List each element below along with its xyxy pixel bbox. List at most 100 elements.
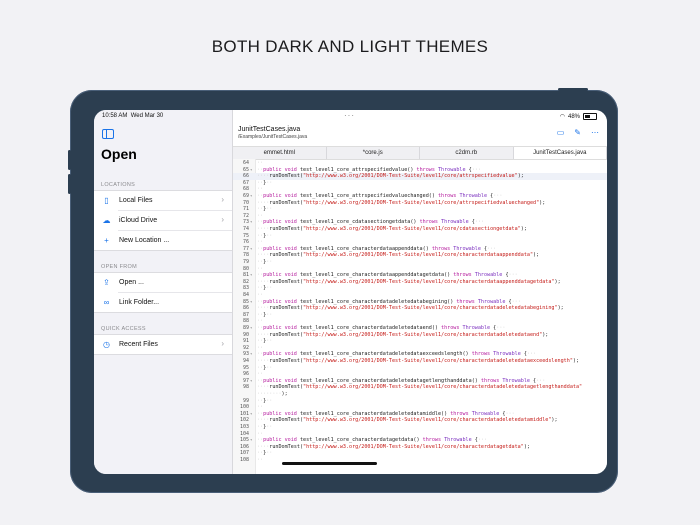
code-area[interactable]: 64 ·· 65 ▾ ··public void test_level1_core_at… — [233, 159, 607, 474]
code-line[interactable]: 94 ····runDomTest("http://www.w3.org/2001… — [233, 358, 607, 365]
sidebar-title: Open — [101, 146, 137, 162]
fold-arrow-icon[interactable]: ▾ — [250, 299, 252, 306]
tab-emmet-html[interactable]: emmet.html — [233, 147, 327, 159]
code-line[interactable]: 103 ··}·· — [233, 424, 607, 431]
multitasking-dots-icon[interactable]: ··· — [344, 111, 355, 120]
code-line[interactable]: 66 ····runDomTest("http://www.w3.org/2001… — [233, 173, 607, 180]
code-line[interactable]: 90 ····runDomTest("http://www.w3.org/2001… — [233, 332, 607, 339]
fold-arrow-icon[interactable]: ▾ — [250, 351, 252, 358]
code-line[interactable]: 91 ··}·· — [233, 338, 607, 345]
code-text: ····runDomTest("http://www.w3.org/2001/D… — [257, 417, 558, 424]
code-line[interactable]: 68 ·· — [233, 186, 607, 193]
code-line[interactable]: 87 ··}·· — [233, 312, 607, 319]
line-number: 68 — [242, 186, 249, 193]
code-line[interactable]: ········); — [233, 391, 607, 398]
line-number: 89 — [242, 325, 249, 331]
code-line[interactable]: 101 ▾ ··public void test_level1_core_chara… — [233, 411, 607, 418]
code-line[interactable]: 64 ·· — [233, 160, 607, 167]
code-line[interactable]: 99 ··}·· — [233, 398, 607, 405]
code-line[interactable]: 76 ·· — [233, 239, 607, 246]
code-text: ·· — [257, 265, 264, 272]
code-line[interactable]: 98 ····runDomTest("http://www.w3.org/2001… — [233, 384, 607, 391]
code-line[interactable]: 105 ▾ ··public void test_level1_core_chara… — [233, 437, 607, 444]
code-line[interactable]: 96 ·· — [233, 371, 607, 378]
fold-arrow-icon[interactable]: ▾ — [250, 219, 252, 226]
code-line[interactable]: 107 ··}·· — [233, 450, 607, 457]
code-text: ··}·· — [257, 450, 273, 457]
fold-arrow-icon[interactable]: ▾ — [250, 167, 252, 174]
code-line[interactable]: 89 ▾ ··public void test_level1_core_charac… — [233, 325, 607, 332]
sidebar-item-local-files[interactable]: ▯ Local Files › — [94, 191, 232, 210]
code-line[interactable]: 92 ·· — [233, 345, 607, 352]
fold-arrow-icon[interactable]: ▾ — [250, 325, 252, 332]
tab-c2dm-rb[interactable]: c2dm.rb — [420, 147, 514, 159]
sidebar-item-open[interactable]: ⇪ Open ... — [94, 273, 232, 292]
sidebar-item-new-location[interactable]: + New Location ... — [104, 230, 232, 250]
fold-arrow-icon[interactable]: ▾ — [250, 246, 252, 253]
code-line[interactable]: 100 ·· — [233, 404, 607, 411]
code-text: ····runDomTest("http://www.w3.org/2001/D… — [257, 331, 549, 338]
code-line[interactable]: 78 ····runDomTest("http://www.w3.org/2001… — [233, 252, 607, 259]
code-line[interactable]: 79 ··}·· — [233, 259, 607, 266]
code-line[interactable]: 85 ▾ ··public void test_level1_core_charac… — [233, 299, 607, 306]
code-line[interactable]: 82 ····runDomTest("http://www.w3.org/2001… — [233, 279, 607, 286]
code-line[interactable]: 93 ▾ ··public void test_level1_core_charac… — [233, 351, 607, 358]
code-text: ·· — [257, 430, 264, 437]
fold-arrow-icon[interactable]: ▾ — [250, 272, 252, 279]
link-icon: ∞ — [103, 298, 110, 307]
home-indicator[interactable] — [282, 462, 377, 465]
line-number: 73 — [242, 219, 249, 226]
tab-junit-test-cases[interactable]: JunitTestCases.java — [513, 147, 607, 159]
line-number: 82 — [242, 278, 249, 285]
code-text: ·· — [257, 457, 264, 463]
ipad-screen: Open LOCATIONS ▯ Local Files › ☁ iCloud … — [94, 110, 607, 474]
line-number: 83 — [242, 285, 249, 292]
sidebar-item-icloud-drive[interactable]: ☁ iCloud Drive › — [103, 210, 232, 230]
sidebar-toggle-icon[interactable] — [102, 129, 114, 139]
code-line[interactable]: 71 ··}·· — [233, 206, 607, 213]
sidebar-item-link-folder[interactable]: ∞ Link Folder... — [104, 292, 232, 312]
code-line[interactable]: 74 ····runDomTest("http://www.w3.org/2001… — [233, 226, 607, 233]
fold-arrow-icon[interactable]: ▾ — [250, 193, 252, 200]
code-line[interactable]: 77 ▾ ··public void test_level1_core_charac… — [233, 246, 607, 253]
code-text: ··}·· — [257, 424, 273, 430]
code-line[interactable]: 86 ····runDomTest("http://www.w3.org/2001… — [233, 305, 607, 312]
code-line[interactable]: 81 ▾ ··public void test_level1_core_charac… — [233, 272, 607, 279]
line-number: 72 — [242, 212, 249, 219]
code-line[interactable]: 83 ··}·· — [233, 285, 607, 292]
code-line[interactable]: 75 ··}·· — [233, 233, 607, 240]
code-line[interactable]: 69 ▾ ··public void test_level1_core_attrsp… — [233, 193, 607, 200]
section-locations: ▯ Local Files › ☁ iCloud Drive › + New L… — [94, 190, 232, 251]
compose-icon[interactable]: ✎ — [574, 128, 581, 137]
fold-arrow-icon[interactable]: ▾ — [250, 437, 252, 444]
more-icon[interactable]: ⋯ — [591, 128, 599, 137]
code-line[interactable]: 67 ··}·· — [233, 180, 607, 187]
fold-arrow-icon[interactable]: ▾ — [250, 378, 252, 385]
code-line[interactable]: 106 ····runDomTest("http://www.w3.org/200… — [233, 444, 607, 451]
code-line[interactable]: 97 ▾ ··public void test_level1_core_charac… — [233, 378, 607, 385]
code-line[interactable]: 104 ·· — [233, 431, 607, 438]
code-line[interactable]: 84 ·· — [233, 292, 607, 299]
code-line[interactable]: 65 ▾ ··public void test_level1_core_attrsp… — [233, 167, 607, 174]
folder-icon[interactable]: ▭ — [557, 128, 565, 137]
line-number: 78 — [242, 252, 249, 259]
code-line[interactable]: 102 ····runDomTest("http://www.w3.org/200… — [233, 417, 607, 424]
code-text: ·· — [257, 186, 264, 193]
line-number: 74 — [242, 226, 249, 232]
fold-arrow-icon[interactable]: ▾ — [250, 411, 252, 418]
code-line[interactable]: 95 ··}·· — [233, 365, 607, 372]
code-line[interactable]: 73 ▾ ··public void test_level1_core_cdatas… — [233, 219, 607, 226]
code-text: ····runDomTest("http://www.w3.org/2001/D… — [257, 305, 564, 312]
code-line[interactable]: 72 ·· — [233, 213, 607, 220]
code-line[interactable]: 88 ·· — [233, 318, 607, 325]
tab-core-js[interactable]: *core.js — [327, 147, 420, 159]
editor-toolbar: ▭ ✎ ⋯ — [557, 128, 599, 137]
ipad-frame: Open LOCATIONS ▯ Local Files › ☁ iCloud … — [68, 88, 618, 493]
sidebar-item-recent-files[interactable]: ◷ Recent Files › — [94, 335, 232, 354]
code-text: ··public void test_level1_core_attrspeci… — [257, 193, 503, 199]
code-line[interactable]: 70 ····runDomTest("http://www.w3.org/2001… — [233, 200, 607, 207]
section-label-quick-access: QUICK ACCESS — [101, 326, 146, 332]
code-text: ··public void test_level1_core_character… — [257, 272, 518, 279]
code-line[interactable]: 80 ·· — [233, 266, 607, 273]
line-number: 77 — [242, 245, 249, 252]
